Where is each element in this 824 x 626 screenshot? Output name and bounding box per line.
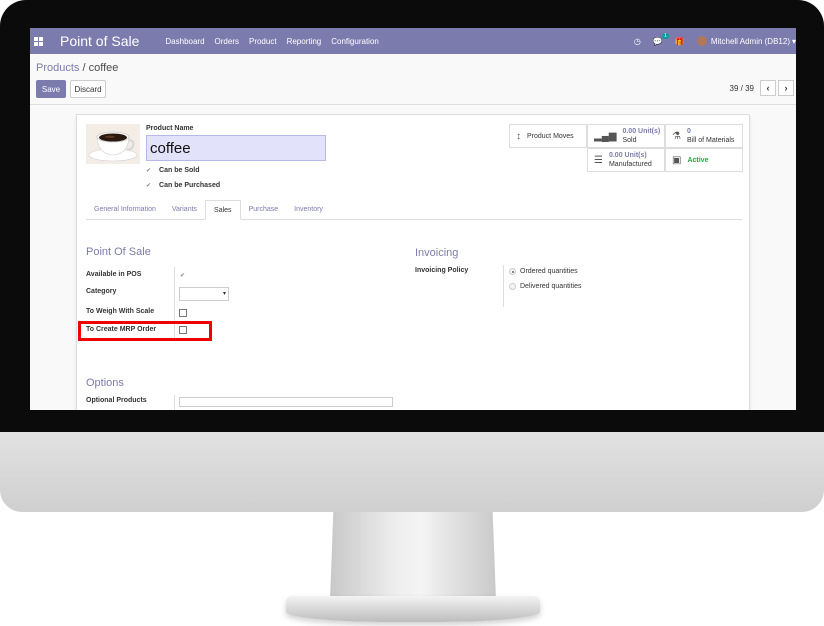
- delivered-quantities-label: Delivered quantities: [520, 283, 582, 290]
- clock-icon[interactable]: ◷: [634, 37, 641, 46]
- menu-reporting[interactable]: Reporting: [287, 37, 322, 46]
- bom-label: Bill of Materials: [686, 137, 735, 144]
- monitor-stand-foot: [286, 596, 540, 622]
- invoicing-policy-label: Invoicing Policy: [415, 267, 469, 274]
- chevron-right-icon[interactable]: ›: [778, 80, 794, 96]
- menu-dashboard[interactable]: Dashboard: [165, 37, 204, 46]
- menu-orders[interactable]: Orders: [215, 37, 239, 46]
- breadcrumb-separator: /: [79, 62, 89, 74]
- product-moves-label: Product Moves: [527, 132, 574, 140]
- gift-icon[interactable]: 🎁: [675, 37, 685, 46]
- tab-general-information[interactable]: General Information: [86, 200, 164, 220]
- delivered-quantities-option[interactable]: Delivered quantities: [509, 283, 581, 290]
- sold-value: 0.00 Unit(s): [622, 128, 661, 135]
- list-icon: ☰: [594, 154, 603, 166]
- checkmark-icon[interactable]: ✔: [146, 167, 151, 174]
- breadcrumb-products[interactable]: Products: [36, 62, 79, 74]
- chevron-left-icon[interactable]: ‹: [760, 80, 776, 96]
- chat-icon[interactable]: 💬 1: [653, 32, 669, 46]
- tab-inventory[interactable]: Inventory: [286, 200, 331, 220]
- can-be-sold-row: ✔ Can be Sold: [146, 167, 199, 174]
- menu-product[interactable]: Product: [249, 37, 277, 46]
- active-label: Active: [687, 156, 709, 164]
- invoicing-section-title: Invoicing: [415, 247, 459, 259]
- pager: 39 / 39 ‹ ›: [730, 80, 794, 96]
- tab-variants[interactable]: Variants: [164, 200, 205, 220]
- signal-bars-icon: ▂▄▆: [594, 130, 617, 142]
- to-weigh-label: To Weigh With Scale: [86, 308, 155, 315]
- form-sheet: Product Name ✔ Can be Sold ✔ Can be Purc…: [76, 114, 750, 410]
- archive-icon: ▣: [672, 154, 682, 166]
- manufactured-value: 0.00 Unit(s): [608, 152, 647, 159]
- bill-of-materials-button[interactable]: ⚗ 0 Bill of Materials: [665, 124, 743, 148]
- caret-down-icon[interactable]: ▾: [792, 37, 796, 46]
- product-image[interactable]: [86, 124, 140, 164]
- available-in-pos-checkbox[interactable]: ✔: [180, 272, 185, 279]
- sold-label: Sold: [622, 137, 637, 144]
- menu-configuration[interactable]: Configuration: [331, 37, 379, 46]
- apps-grid-icon[interactable]: [34, 36, 48, 46]
- pager-value[interactable]: 39 / 39: [730, 84, 754, 93]
- can-be-purchased-label: Can be Purchased: [159, 182, 221, 189]
- arrows-vertical-icon: ↕: [516, 130, 521, 142]
- radio-unchecked[interactable]: [509, 283, 516, 290]
- breadcrumb: Products / coffee: [36, 62, 118, 74]
- pos-section-title: Point Of Sale: [86, 246, 151, 258]
- screen: Point of Sale Dashboard Orders Product R…: [30, 28, 796, 410]
- highlight-annotation: [78, 321, 212, 341]
- app-title: Point of Sale: [60, 33, 140, 49]
- product-name-input[interactable]: [146, 135, 326, 161]
- sold-button[interactable]: ▂▄▆ 0.00 Unit(s) Sold: [587, 124, 665, 148]
- options-section-title: Options: [86, 377, 124, 389]
- monitor-mockup: Point of Sale Dashboard Orders Product R…: [0, 0, 824, 626]
- save-button[interactable]: Save: [36, 80, 66, 98]
- monitor-stand-neck: [330, 512, 496, 600]
- can-be-purchased-row: ✔ Can be Purchased: [146, 182, 220, 189]
- coffee-cup-image: [86, 124, 140, 164]
- product-name-label: Product Name: [146, 125, 194, 132]
- monitor-chin: [0, 432, 824, 512]
- options-divider: [174, 395, 175, 410]
- discard-button[interactable]: Discard: [70, 80, 106, 98]
- product-moves-button[interactable]: ↕ Product Moves: [509, 124, 587, 148]
- manufactured-button[interactable]: ☰ 0.00 Unit(s) Manufactured: [587, 148, 665, 172]
- tab-sales[interactable]: Sales: [205, 200, 241, 220]
- optional-products-input[interactable]: [179, 397, 393, 407]
- avatar[interactable]: [696, 36, 707, 46]
- form-tabs: General Information Variants Sales Purch…: [86, 200, 742, 220]
- caret-down-icon: ▾: [222, 291, 226, 297]
- radio-checked[interactable]: [509, 268, 516, 275]
- tab-purchase[interactable]: Purchase: [241, 200, 287, 220]
- bom-count: 0: [686, 128, 691, 135]
- ordered-quantities-label: Ordered quantities: [520, 268, 578, 275]
- top-navbar: Point of Sale Dashboard Orders Product R…: [30, 28, 796, 54]
- available-in-pos-label: Available in POS: [86, 271, 142, 278]
- optional-products-label: Optional Products: [86, 397, 147, 404]
- active-toggle-button[interactable]: ▣ Active: [665, 148, 743, 172]
- can-be-sold-label: Can be Sold: [159, 167, 200, 174]
- breadcrumb-current: coffee: [88, 62, 119, 74]
- category-select[interactable]: ▾: [179, 287, 229, 301]
- invoicing-divider: [503, 265, 504, 307]
- category-label: Category: [86, 288, 117, 295]
- manufactured-label: Manufactured: [608, 161, 652, 168]
- user-menu[interactable]: Mitchell Admin (DB12): [711, 37, 790, 46]
- control-panel-divider: [30, 104, 796, 105]
- ordered-quantities-option[interactable]: Ordered quantities: [509, 268, 578, 275]
- checkmark-icon[interactable]: ✔: [146, 182, 151, 189]
- chat-count-badge: 1: [662, 32, 669, 39]
- to-weigh-checkbox[interactable]: [179, 309, 187, 317]
- flask-icon: ⚗: [672, 130, 681, 142]
